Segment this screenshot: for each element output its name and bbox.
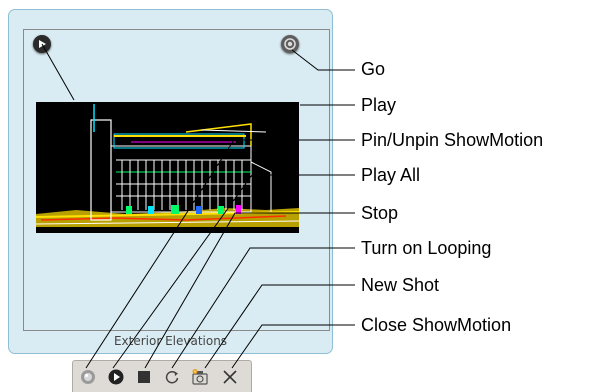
stop-icon <box>138 371 150 383</box>
loop-icon <box>165 371 179 384</box>
play-all-icon <box>108 369 124 385</box>
close-icon <box>223 370 237 384</box>
callout-new-shot: New Shot <box>361 275 440 295</box>
callout-play: Play <box>361 95 397 115</box>
callout-close-showmotion: Close ShowMotion <box>361 315 512 335</box>
loop-button[interactable] <box>163 368 181 386</box>
callout-go: Go <box>361 59 386 79</box>
new-shot-button[interactable] <box>191 368 209 386</box>
pin-icon <box>81 370 95 384</box>
elevation-preview-image <box>36 102 299 233</box>
go-button[interactable] <box>281 35 299 53</box>
shot-thumbnail-label: Exterior Elevations <box>113 334 228 348</box>
callout-pin-unpin: Pin/Unpin ShowMotion <box>361 130 544 150</box>
callout-stop: Stop <box>361 203 399 223</box>
showmotion-toolbar <box>72 360 252 392</box>
callout-play-all: Play All <box>361 165 421 185</box>
stop-button[interactable] <box>135 368 153 386</box>
callout-turn-on-looping: Turn on Looping <box>361 238 492 258</box>
play-icon <box>39 40 46 48</box>
close-button[interactable] <box>221 368 239 386</box>
play-all-button[interactable] <box>107 368 125 386</box>
pin-button[interactable] <box>79 368 97 386</box>
camera-icon <box>192 369 208 385</box>
go-icon <box>284 38 296 50</box>
play-button[interactable] <box>33 35 51 53</box>
